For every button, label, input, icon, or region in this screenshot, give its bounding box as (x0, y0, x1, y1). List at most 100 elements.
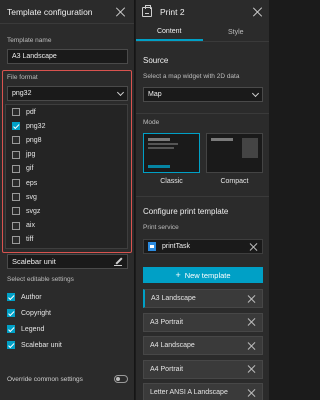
format-option-png32[interactable]: png32 (6, 119, 127, 133)
remove-icon[interactable] (248, 389, 256, 397)
mode-compact-card[interactable] (206, 133, 263, 173)
preview-line (148, 147, 174, 149)
preview-line (148, 143, 178, 145)
tab-style[interactable]: Style (203, 24, 270, 41)
new-template-button[interactable]: + New template (143, 267, 263, 283)
template-item[interactable]: A3 Portrait (143, 312, 263, 332)
divider (136, 196, 269, 197)
format-option-label: jpg (26, 151, 36, 159)
print-service-label: Print service (143, 224, 179, 231)
editable-copyright[interactable]: Copyright (7, 305, 128, 321)
format-option-label: aix (26, 222, 35, 230)
format-option-label: pdf (26, 108, 36, 116)
format-option-label: tiff (26, 236, 34, 244)
format-option-eps[interactable]: eps (6, 176, 127, 190)
mode-label: Mode (143, 119, 160, 126)
override-toggle[interactable] (114, 375, 128, 383)
checkbox[interactable] (12, 179, 20, 188)
checkbox-checked[interactable] (7, 341, 15, 349)
divider (136, 113, 269, 114)
template-name-label: Template name (7, 37, 52, 44)
pencil-icon[interactable] (114, 257, 123, 266)
format-option-label: gif (26, 165, 34, 173)
format-option-gif[interactable]: gif (6, 162, 127, 176)
close-icon[interactable] (116, 7, 126, 17)
checkbox-checked[interactable] (7, 325, 15, 333)
file-format-dropdown: pdf png32 png8 jpg gif eps svg svgz aix … (5, 104, 128, 249)
file-format-value: png32 (12, 90, 32, 97)
checkbox[interactable] (12, 136, 20, 145)
remove-icon[interactable] (248, 318, 256, 326)
preview-button (148, 165, 170, 168)
checkbox-checked[interactable] (7, 309, 15, 317)
format-option-aix[interactable]: aix (6, 219, 127, 233)
mode-classic-label: Classic (160, 178, 183, 185)
service-icon (148, 242, 156, 251)
format-option-tiff[interactable]: tiff (6, 233, 127, 247)
override-common-settings: Override common settings (7, 373, 128, 385)
panel-title: Template configuration (7, 6, 93, 17)
format-option-label: png8 (26, 136, 42, 144)
format-option-png8[interactable]: png8 (6, 133, 127, 147)
format-option-pdf[interactable]: pdf (6, 105, 127, 119)
template-name-input[interactable]: A3 Landscape (7, 49, 128, 64)
remove-icon[interactable] (248, 365, 256, 373)
remove-icon[interactable] (248, 295, 256, 303)
checkbox[interactable] (12, 235, 20, 244)
print-service-item[interactable]: printTask (143, 239, 263, 254)
editable-author[interactable]: Author (7, 289, 128, 305)
chevron-down-icon (251, 89, 260, 97)
panel-header: Template configuration (0, 0, 134, 24)
template-list: A3 Landscape A3 Portrait A4 Landscape A4… (143, 289, 263, 400)
format-option-jpg[interactable]: jpg (6, 148, 127, 162)
remove-icon[interactable] (248, 342, 256, 350)
checkbox[interactable] (12, 193, 20, 202)
file-format-label: File format (7, 74, 38, 81)
plus-icon: + (175, 270, 181, 280)
checkbox-checked[interactable] (12, 122, 20, 131)
preview-bar (148, 138, 170, 141)
template-item[interactable]: A4 Landscape (143, 336, 263, 355)
checkbox[interactable] (12, 221, 20, 230)
checkbox[interactable] (12, 108, 20, 117)
editable-scalebar-unit[interactable]: Scalebar unit (7, 337, 128, 353)
format-option-label: svg (26, 193, 37, 201)
format-option-label: eps (26, 179, 38, 187)
template-item[interactable]: Letter ANSI A Landscape (143, 383, 263, 400)
select-editable-label: Select editable settings (7, 276, 74, 283)
override-label: Override common settings (7, 375, 83, 383)
mode-classic-card[interactable] (143, 133, 200, 173)
template-label: A3 Landscape (151, 295, 196, 302)
print-settings-panel: Print 2 Content Style Source Select a ma… (136, 0, 269, 400)
editable-label: Legend (21, 325, 45, 333)
preview-bar (211, 138, 233, 141)
scalebar-unit-field[interactable]: Scalebar unit (7, 254, 128, 269)
template-label: A4 Landscape (150, 342, 195, 349)
checkbox[interactable] (12, 150, 20, 159)
tab-content[interactable]: Content (136, 24, 203, 41)
template-configuration-panel: Template configuration Template name A3 … (0, 0, 135, 400)
print-header: Print 2 (136, 0, 269, 24)
map-widget-select[interactable]: Map (143, 87, 263, 102)
checkbox[interactable] (12, 207, 20, 216)
editable-label: Copyright (21, 309, 51, 317)
format-option-svgz[interactable]: svgz (6, 204, 127, 218)
file-format-select[interactable]: png32 (7, 86, 128, 101)
remove-icon[interactable] (250, 243, 258, 251)
template-label: A3 Portrait (150, 318, 184, 326)
new-template-label: New template (184, 270, 231, 280)
chevron-down-icon (116, 88, 125, 96)
close-icon[interactable] (253, 7, 263, 17)
format-option-label: png32 (26, 122, 46, 130)
format-option-svg[interactable]: svg (6, 190, 127, 204)
checkbox-checked[interactable] (7, 293, 15, 301)
template-label: A4 Portrait (150, 365, 184, 373)
scalebar-unit-label: Scalebar unit (12, 257, 56, 266)
template-item[interactable]: A4 Portrait (143, 359, 263, 379)
checkbox[interactable] (12, 164, 20, 173)
source-subtitle: Select a map widget with 2D data (143, 73, 240, 80)
template-item[interactable]: A3 Landscape (143, 289, 263, 308)
editable-label: Scalebar unit (21, 341, 62, 349)
editable-legend[interactable]: Legend (7, 321, 128, 337)
mode-compact-label: Compact (220, 178, 249, 185)
